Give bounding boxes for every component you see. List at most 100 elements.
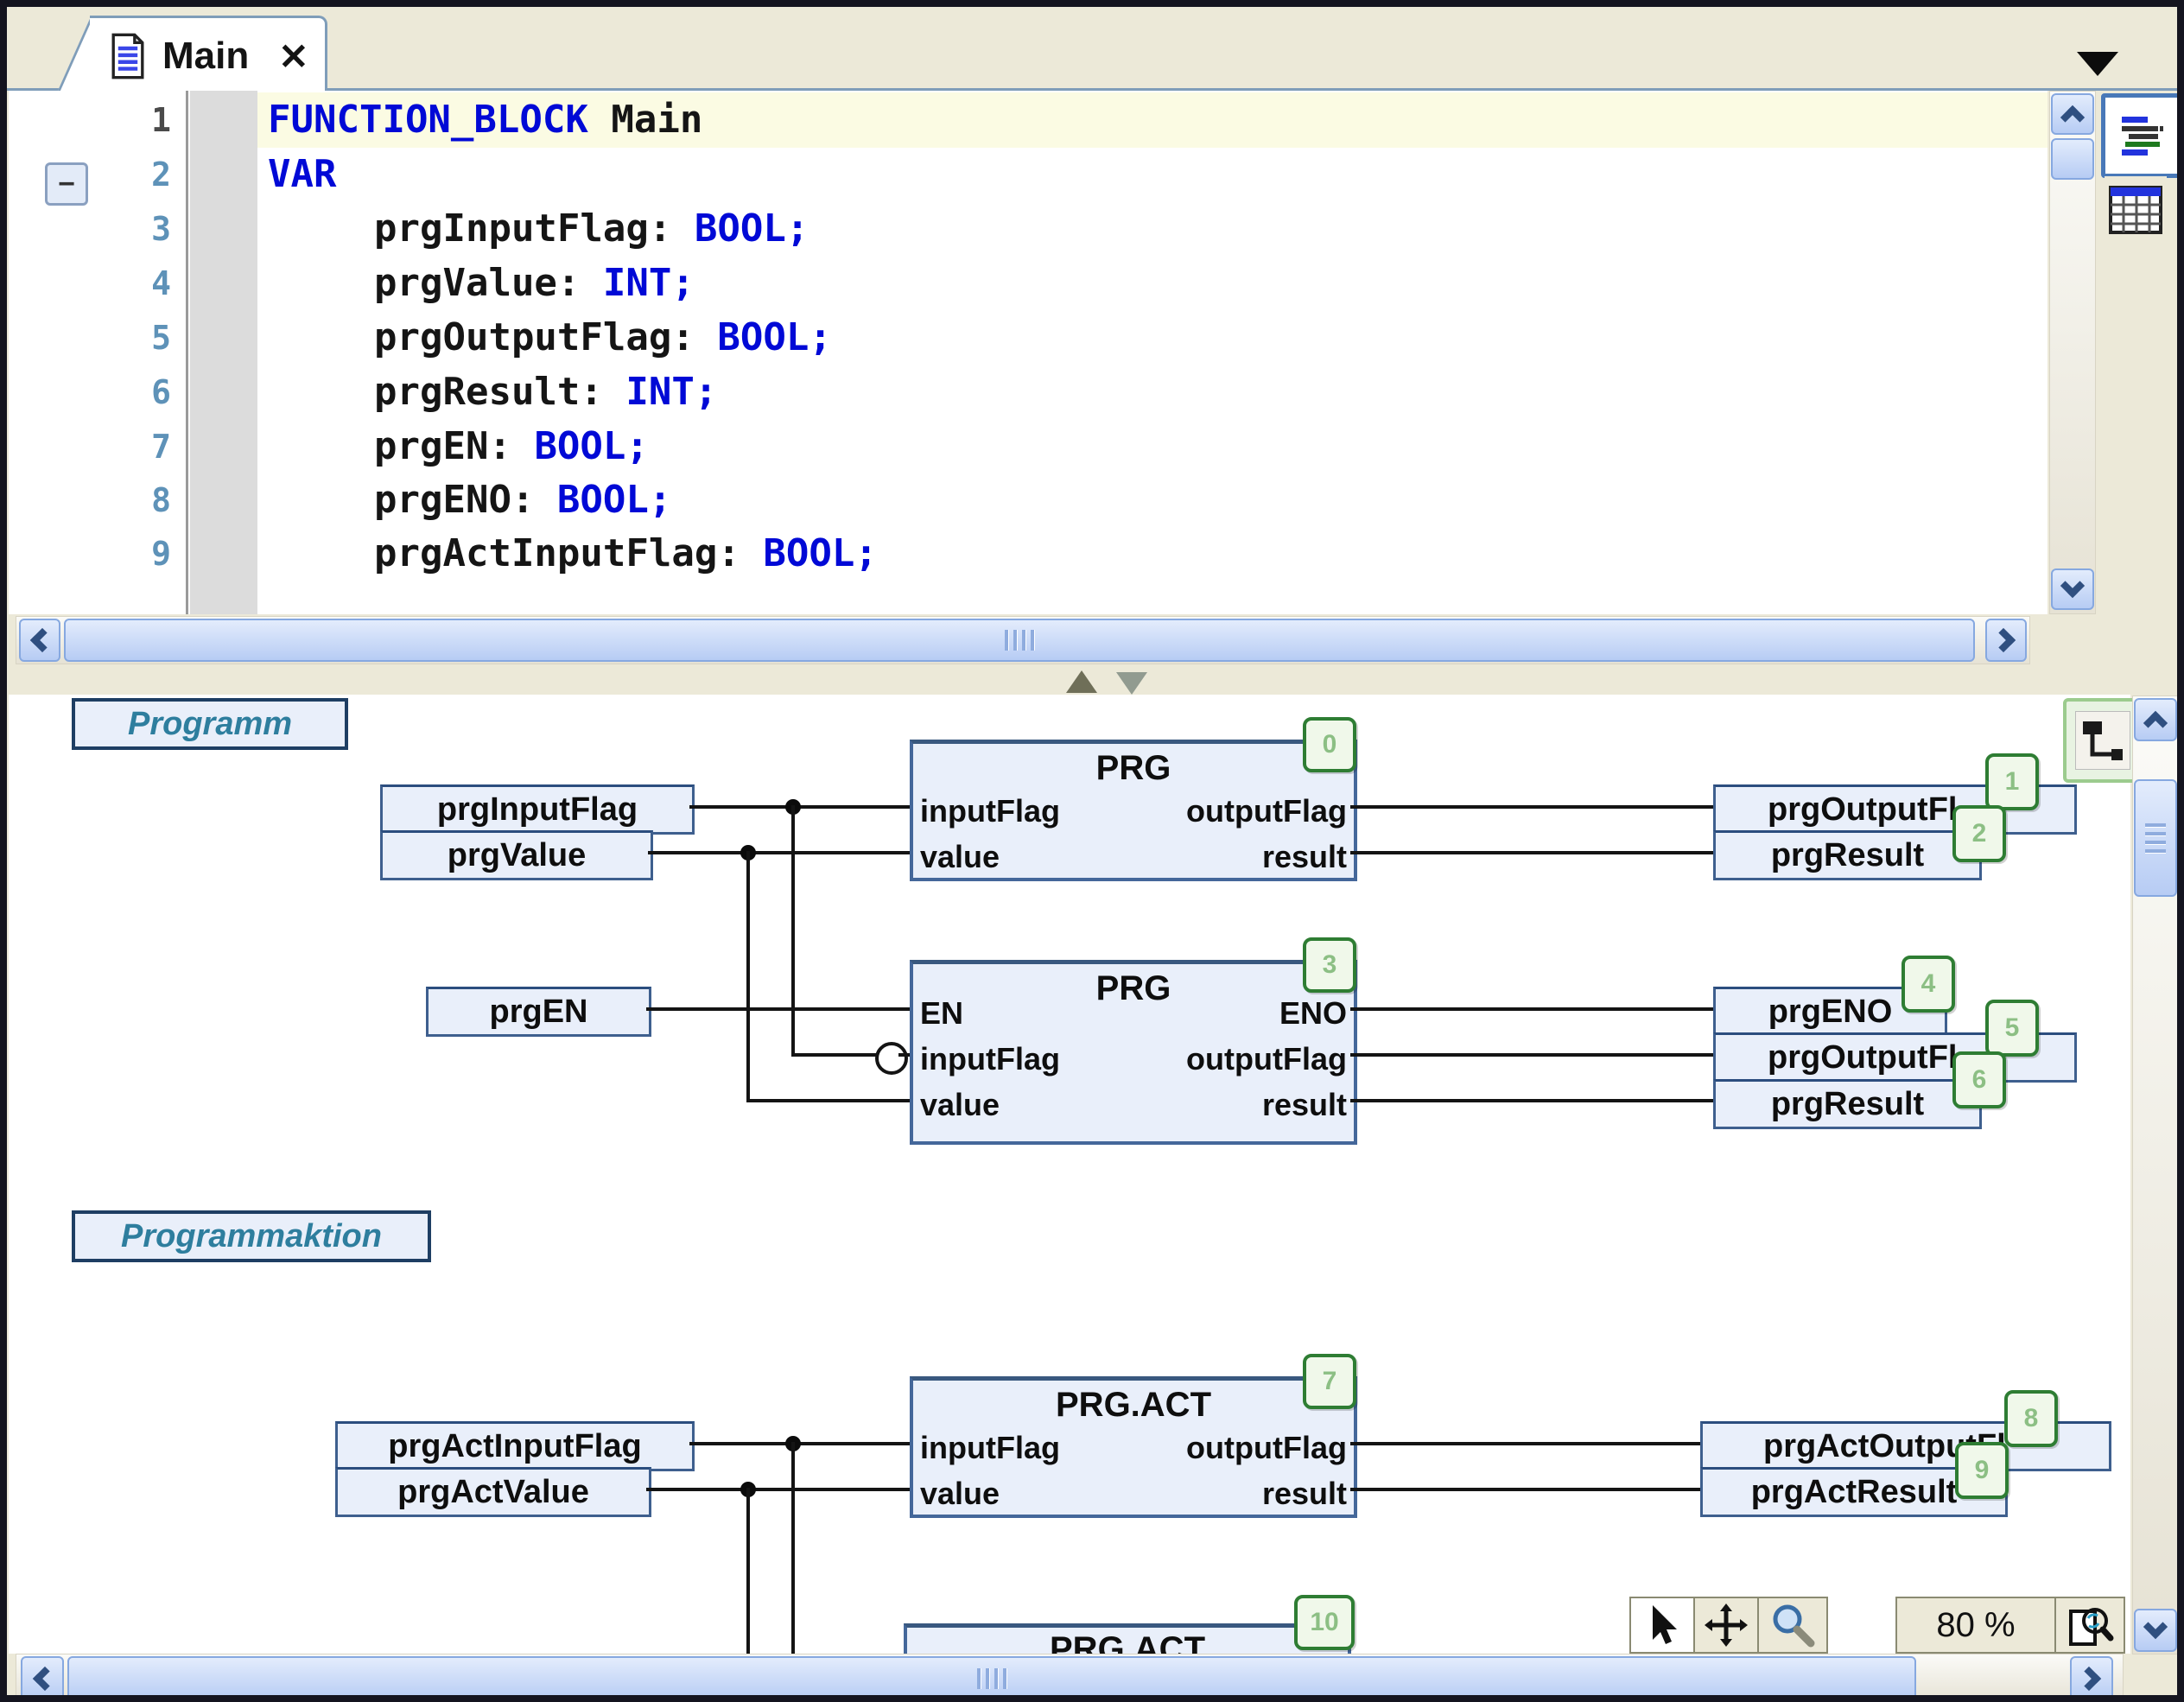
splitter-collapse-down-icon[interactable] [1116,672,1147,695]
zoom-to-fit-button[interactable] [2054,1597,2125,1654]
wire-segment [1350,1007,1713,1011]
block-title: PRG.ACT [913,1386,1354,1425]
table-view-icon [2109,186,2162,234]
pin-result[interactable]: result [1262,1087,1347,1123]
network-badge: 6 [1952,1051,2006,1108]
pin-value[interactable]: value [920,1087,1000,1123]
tab-main[interactable]: Main ✕ [90,16,327,94]
line-number: 8 [33,473,171,527]
pin-value[interactable]: value [920,839,1000,875]
network-view-button[interactable] [2063,698,2143,783]
fbd-var-prgResult[interactable]: prgResult [1713,830,1982,880]
editor-vscroll-down[interactable] [2051,568,2094,610]
network-icon [2075,711,2130,770]
fbd-comment-label[interactable]: Programmaktion [72,1210,431,1262]
tab-close-icon[interactable]: ✕ [278,35,308,78]
chevron-right-icon [1991,628,2016,652]
pin-eno[interactable]: ENO [1279,995,1347,1032]
splitter-collapse-up-icon[interactable] [1066,670,1097,693]
code-line[interactable]: 2 VAR [7,148,2046,201]
fbd-block-prg-0[interactable]: PRG inputFlag value outputFlag result [910,740,1357,881]
editor-hscroll-right[interactable] [1985,619,2027,662]
chevron-down-icon [2060,574,2085,598]
code-line[interactable]: 5 prgOutputFlag: BOOL; [7,311,2046,365]
document-icon [109,32,147,80]
chevron-left-icon [33,1667,57,1691]
chevron-up-icon [2143,711,2168,735]
pin-outputFlag[interactable]: outputFlag [1186,1041,1347,1077]
fbd-block-prgact-7[interactable]: PRG.ACT inputFlag value outputFlag resul… [910,1376,1357,1518]
wire-segment [898,1053,910,1057]
fbd-var-prgResult[interactable]: prgResult [1713,1079,1982,1129]
scroll-grip [2145,823,2166,854]
table-view-button[interactable] [2105,176,2167,244]
fbd-vscroll-up[interactable] [2134,698,2177,741]
line-number: 6 [33,365,171,419]
pin-inputFlag[interactable]: inputFlag [920,1041,1060,1077]
fbd-var-prgActValue[interactable]: prgActValue [335,1467,651,1517]
network-badge: 5 [1985,1000,2039,1057]
wire-segment [1350,1488,1700,1491]
fbd-block-prg-3[interactable]: PRG EN inputFlag value ENO outputFlag re… [910,960,1357,1145]
magnifier-icon [1769,1602,1816,1648]
line-number: 5 [33,311,171,365]
fbd-hscroll-right[interactable] [2070,1656,2113,1701]
pin-outputFlag[interactable]: outputFlag [1186,793,1347,829]
scroll-grip [977,1668,1007,1689]
code-line[interactable]: 1 FUNCTION_BLOCK Main [7,93,2046,147]
fbd-hscroll-thumb[interactable] [67,1656,1916,1701]
fbd-var-prgInputFlag[interactable]: prgInputFlag [380,784,695,835]
select-tool-button[interactable] [1629,1597,1695,1654]
fbd-var-prgActInputFlag[interactable]: prgActInputFlag [335,1421,695,1471]
cursor-icon [1642,1604,1682,1647]
chevron-left-icon [30,628,54,652]
text-view-icon [2118,110,2165,162]
fbd-var-prgValue[interactable]: prgValue [380,830,653,880]
network-badge: 3 [1303,937,1356,993]
pin-en[interactable]: EN [920,995,963,1032]
text-view-button[interactable] [2101,93,2182,178]
fbd-block-prgact-10[interactable]: PRG.ACT [904,1623,1351,1658]
editor-hscroll-left[interactable] [19,619,60,662]
pin-outputFlag[interactable]: outputFlag [1186,1430,1347,1466]
code-line[interactable]: 6 prgResult: INT; [7,365,2046,419]
tab-list-dropdown-icon[interactable] [2077,52,2118,76]
code-line[interactable]: 7 prgEN: BOOL; [7,420,2046,473]
network-badge: 7 [1303,1354,1356,1409]
network-badge: 8 [2004,1390,2058,1447]
chevron-right-icon [2077,1667,2101,1691]
code-line[interactable]: 8 prgENO: BOOL; [7,473,2046,527]
zoom-fit-icon [2066,1601,2114,1649]
editor-hscroll-thumb[interactable] [64,619,1975,662]
pin-result[interactable]: result [1262,839,1347,875]
pan-icon [1704,1603,1749,1648]
zoom-level-display: 80 % [1895,1597,2056,1654]
pin-result[interactable]: result [1262,1476,1347,1512]
fbd-comment-label[interactable]: Programm [72,698,348,750]
pin-inputFlag[interactable]: inputFlag [920,793,1060,829]
code-line[interactable]: 3 prgInputFlag: BOOL; [7,202,2046,256]
wire-segment [1350,851,1713,854]
network-badge: 4 [1901,956,1955,1013]
fbd-vscroll-down[interactable] [2134,1609,2177,1652]
network-badge: 10 [1294,1595,1355,1650]
pin-value[interactable]: value [920,1476,1000,1512]
zoom-tool-button[interactable] [1757,1597,1828,1654]
wire-segment [791,1053,878,1057]
pin-inputFlag[interactable]: inputFlag [920,1430,1060,1466]
fbd-vscroll-thumb[interactable] [2134,779,2177,897]
pan-tool-button[interactable] [1693,1597,1759,1654]
editor-vscroll-up[interactable] [2051,93,2094,135]
wire-segment [746,851,750,1102]
network-badge: 0 [1303,717,1356,772]
fbd-var-prgEN[interactable]: prgEN [426,987,651,1037]
code-line[interactable]: 9 prgActInputFlag: BOOL; [7,527,2046,581]
editor-vscroll-thumb[interactable] [2051,138,2094,180]
line-number: 1 [33,93,171,147]
wire-segment [746,1099,911,1102]
block-title: PRG [913,749,1354,788]
fbd-hscroll-left[interactable] [21,1656,64,1701]
plc-editor-window: Main ✕ − 1 FUNCTION_BLOCK Main 2 VAR 3 p… [0,0,2184,1702]
negated-input-circle [875,1042,908,1075]
code-line[interactable]: 4 prgValue: INT; [7,257,2046,310]
